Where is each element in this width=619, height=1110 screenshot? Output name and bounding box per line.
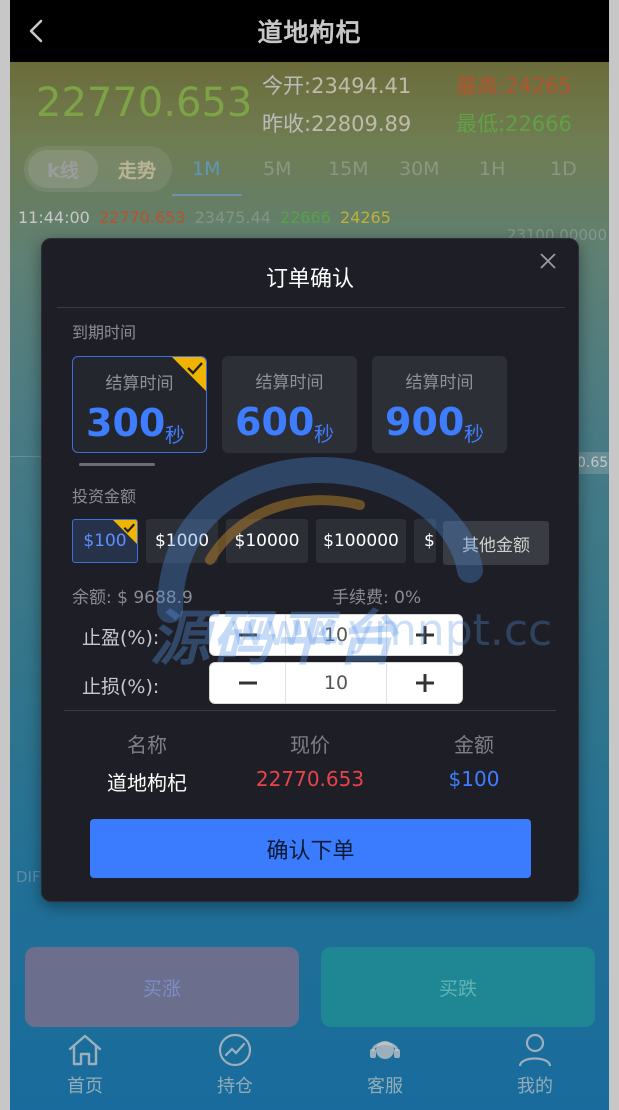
confirm-order-button[interactable]: 确认下单: [90, 819, 531, 878]
amount-option-10000[interactable]: $10000: [226, 519, 308, 563]
title-divider: [57, 307, 565, 308]
amount-option-100000[interactable]: $100000: [316, 519, 406, 563]
col-header-amount: 金额: [454, 733, 494, 757]
amount-option-1000[interactable]: $1000: [146, 519, 218, 563]
expiry-seconds: 300: [86, 401, 166, 445]
expiry-unit: 秒: [165, 423, 185, 447]
summary-price: 22770.653: [255, 767, 365, 791]
selected-check-icon: [113, 520, 137, 544]
plus-icon: [415, 674, 434, 692]
col-header-name: 名称: [127, 733, 167, 757]
dialog-title: 订单确认: [265, 267, 354, 292]
expiry-card-title: 结算时间: [405, 373, 474, 393]
amount-option-100[interactable]: $100: [72, 519, 138, 563]
stop-loss-label: 止损(%):: [82, 676, 160, 698]
expiry-option-600[interactable]: 结算时间 600 秒: [222, 356, 357, 453]
amount-option-more[interactable]: $: [414, 519, 436, 563]
order-confirm-dialog: 订单确认 到期时间 结算时间 300 秒 结算时间 600 秒 结算时间 900…: [41, 238, 579, 902]
close-icon[interactable]: [538, 251, 558, 271]
amount-label: 投资金额: [72, 487, 137, 506]
expiry-seconds: 600: [235, 400, 315, 444]
expiry-unit: 秒: [314, 422, 334, 446]
summary-divider: [64, 710, 556, 711]
expiry-option-300[interactable]: 结算时间 300 秒: [72, 356, 207, 453]
summary-name: 道地枸杞: [107, 771, 187, 795]
expiry-label: 到期时间: [72, 323, 137, 342]
col-header-price: 现价: [290, 733, 330, 757]
take-profit-label: 止盈(%):: [82, 627, 160, 649]
expiry-card-title: 结算时间: [255, 373, 324, 393]
expiry-unit: 秒: [464, 422, 484, 446]
other-amount-button[interactable]: 其他金额: [443, 521, 549, 565]
expiry-option-900[interactable]: 结算时间 900 秒: [372, 356, 507, 453]
expiry-seconds: 900: [385, 400, 465, 444]
expiry-scroll-indicator: [79, 463, 155, 466]
watermark-url: www.ymnpt.cc: [230, 605, 553, 656]
summary-amount: $100: [448, 767, 500, 791]
selected-check-icon: [172, 357, 206, 391]
